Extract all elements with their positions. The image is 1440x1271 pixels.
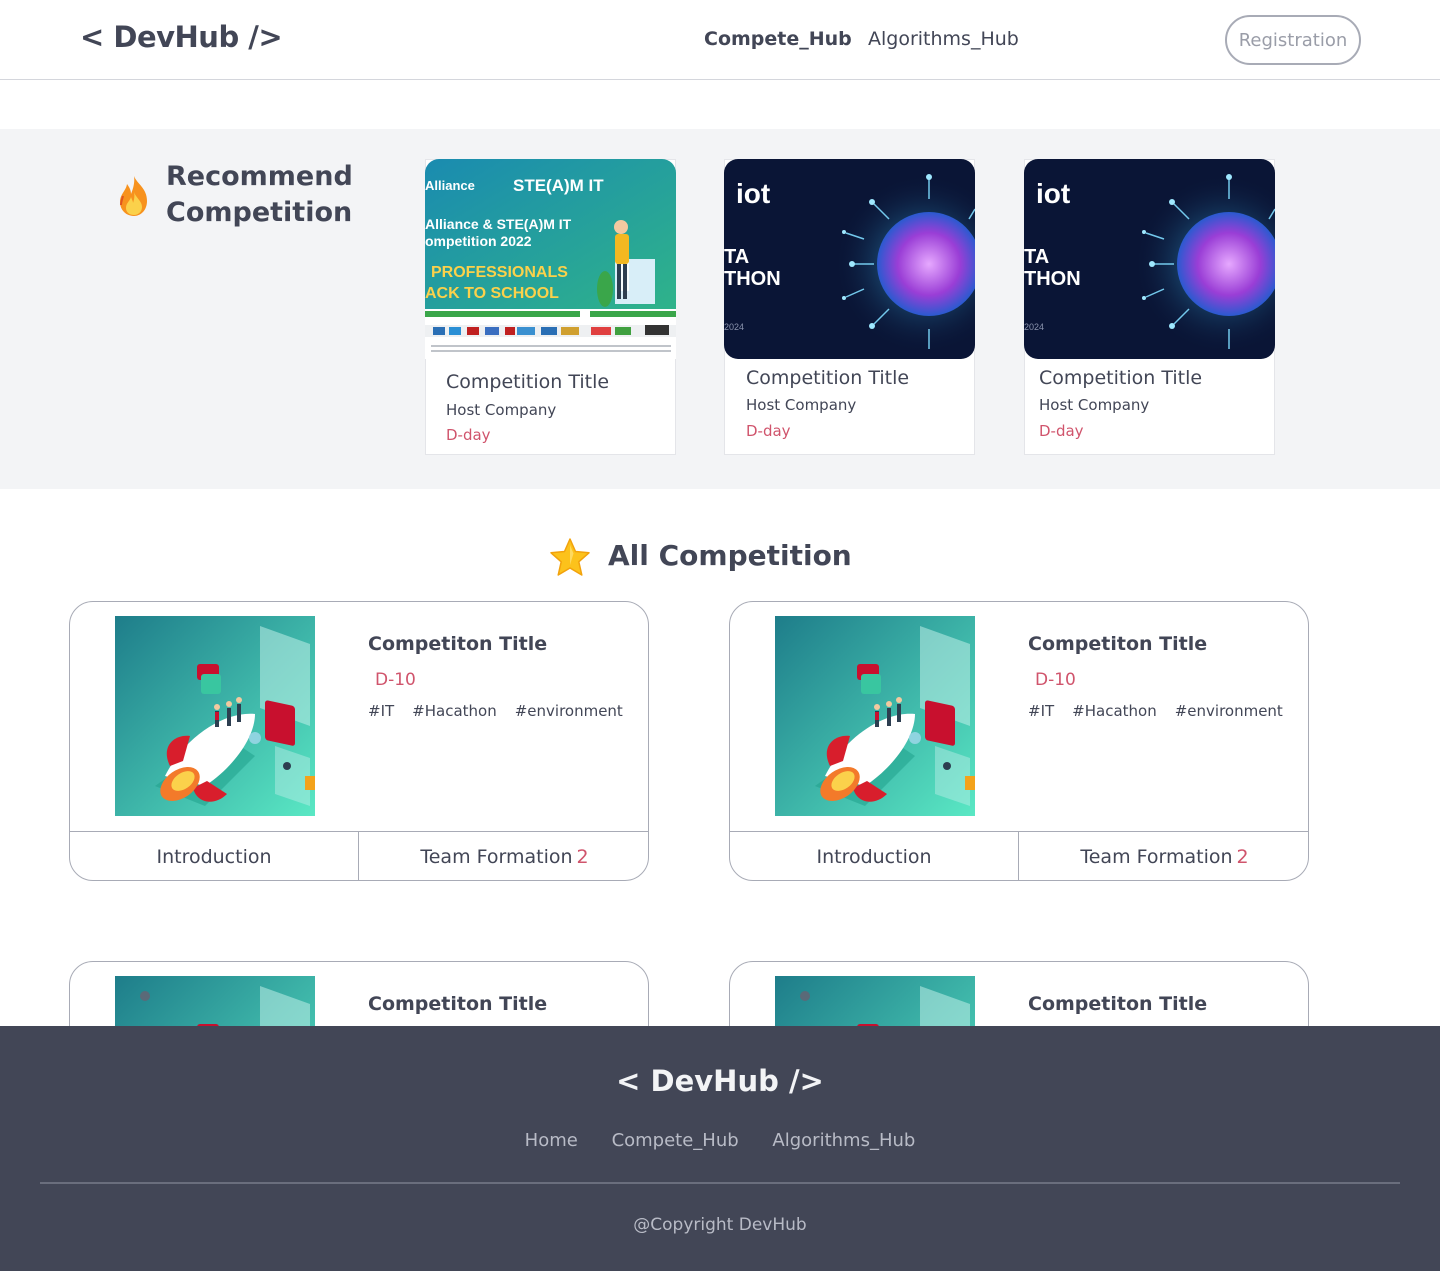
poster-text: ACK TO SCHOOL <box>425 285 559 302</box>
recommend-title: Recommend Competition <box>166 159 353 231</box>
tag[interactable]: #IT <box>368 702 394 720</box>
host-company: Host Company <box>446 401 557 419</box>
poster-text: THON <box>1024 268 1081 290</box>
host-company: Host Company <box>746 396 857 414</box>
introduction-button[interactable]: Introduction <box>730 831 1019 880</box>
footer-logo[interactable]: < DevHub /> <box>0 1064 1440 1098</box>
rocket-illustration <box>115 616 315 816</box>
dday-label: D-10 <box>1035 670 1076 690</box>
tag[interactable]: #IT <box>1028 702 1054 720</box>
tag-list: #IT #Hacathon #environment <box>1028 702 1301 720</box>
poster-text: TA <box>1024 246 1049 268</box>
poster-graphic: iot TA THON 2024 <box>724 159 975 359</box>
tag[interactable]: #environment <box>1175 702 1283 720</box>
footer-link-home[interactable]: Home <box>525 1130 578 1151</box>
introduction-button[interactable]: Introduction <box>70 831 359 880</box>
team-formation-label: Team Formation <box>1080 846 1233 868</box>
site-logo[interactable]: < DevHub /> <box>80 20 283 54</box>
dday-label: D-day <box>746 422 791 440</box>
poster-graphic: Alliance STE(A)M IT Alliance & STE(A)M I… <box>425 159 676 359</box>
registration-button[interactable]: Registration <box>1225 15 1361 65</box>
team-formation-label: Team Formation <box>420 846 573 868</box>
recommend-title-line1: Recommend <box>166 161 353 192</box>
rocket-illustration <box>775 616 975 816</box>
tag[interactable]: #Hacathon <box>1072 702 1157 720</box>
team-formation-button[interactable]: Team Formation 2 <box>1019 831 1308 880</box>
recommend-card[interactable]: iot TA THON 2024 Competition Title Host … <box>724 159 975 455</box>
poster-text: iot <box>736 178 770 209</box>
top-header: < DevHub /> Compete_Hub Algorithms_Hub R… <box>0 0 1440 80</box>
footer-links: Home Compete_Hub Algorithms_Hub <box>0 1130 1440 1151</box>
poster-text: PROFESSIONALS <box>431 264 568 281</box>
dday-label: D-10 <box>375 670 416 690</box>
recommend-card[interactable]: iot TA THON 2024 Competition Title Host … <box>1024 159 1275 455</box>
footer-link-compete-hub[interactable]: Compete_Hub <box>612 1130 739 1151</box>
recommend-title-line2: Competition <box>166 197 353 228</box>
tag[interactable]: #environment <box>515 702 623 720</box>
poster-text: ompetition 2022 <box>425 233 532 249</box>
competition-title: Competiton Title <box>368 993 548 1015</box>
competition-title: Competition Title <box>746 367 910 389</box>
competition-card[interactable]: Competiton Title D-10 #IT #Hacathon #envir… <box>69 601 649 881</box>
poster-text: Alliance & STE(A)M IT <box>425 216 572 232</box>
competition-title: Competition Title <box>446 371 610 393</box>
dday-label: D-day <box>1039 422 1084 440</box>
fire-icon <box>120 176 147 216</box>
poster-text: THON <box>724 268 781 290</box>
recommend-card[interactable]: Alliance STE(A)M IT Alliance & STE(A)M I… <box>425 159 676 455</box>
tag-list: #IT #Hacathon #environment <box>368 702 641 720</box>
team-count-badge: 2 <box>1236 846 1249 868</box>
competition-title: Competiton Title <box>1028 633 1208 655</box>
competition-poster: iot TA THON 2024 <box>1024 159 1275 359</box>
poster-text: 2024 <box>724 322 744 332</box>
all-competition-title: All Competition <box>608 539 852 572</box>
footer-copyright: @Copyright DevHub <box>633 1215 807 1235</box>
competition-image <box>115 616 315 816</box>
footer-link-algorithms-hub[interactable]: Algorithms_Hub <box>772 1130 915 1151</box>
poster-text: TA <box>724 246 749 268</box>
competition-poster: Alliance STE(A)M IT Alliance & STE(A)M I… <box>425 159 676 359</box>
poster-graphic: iot TA THON 2024 <box>1024 159 1275 359</box>
competition-poster: iot TA THON 2024 <box>724 159 975 359</box>
competition-title: Competition Title <box>1039 367 1203 389</box>
page-footer: < DevHub /> Home Compete_Hub Algorithms_… <box>0 1026 1440 1271</box>
nav-compete-hub[interactable]: Compete_Hub <box>704 28 852 50</box>
competition-title: Competiton Title <box>1028 993 1208 1015</box>
star-icon <box>550 538 590 576</box>
recommend-section: Recommend Competition Alliance STE(A)M I… <box>0 129 1440 489</box>
poster-text: Alliance <box>425 178 475 193</box>
dday-label: D-day <box>446 426 491 444</box>
team-formation-button[interactable]: Team Formation 2 <box>359 831 648 880</box>
poster-text: 2024 <box>1024 322 1044 332</box>
poster-text: iot <box>1036 178 1070 209</box>
competition-image <box>775 616 975 816</box>
competition-title: Competiton Title <box>368 633 548 655</box>
footer-divider <box>40 1182 1400 1184</box>
tag[interactable]: #Hacathon <box>412 702 497 720</box>
nav-algorithms-hub[interactable]: Algorithms_Hub <box>868 28 1019 50</box>
competition-card[interactable]: Competiton Title D-10 #IT #Hacathon #envir… <box>729 601 1309 881</box>
team-count-badge: 2 <box>576 846 589 868</box>
host-company: Host Company <box>1039 396 1150 414</box>
poster-text: STE(A)M IT <box>513 176 604 195</box>
